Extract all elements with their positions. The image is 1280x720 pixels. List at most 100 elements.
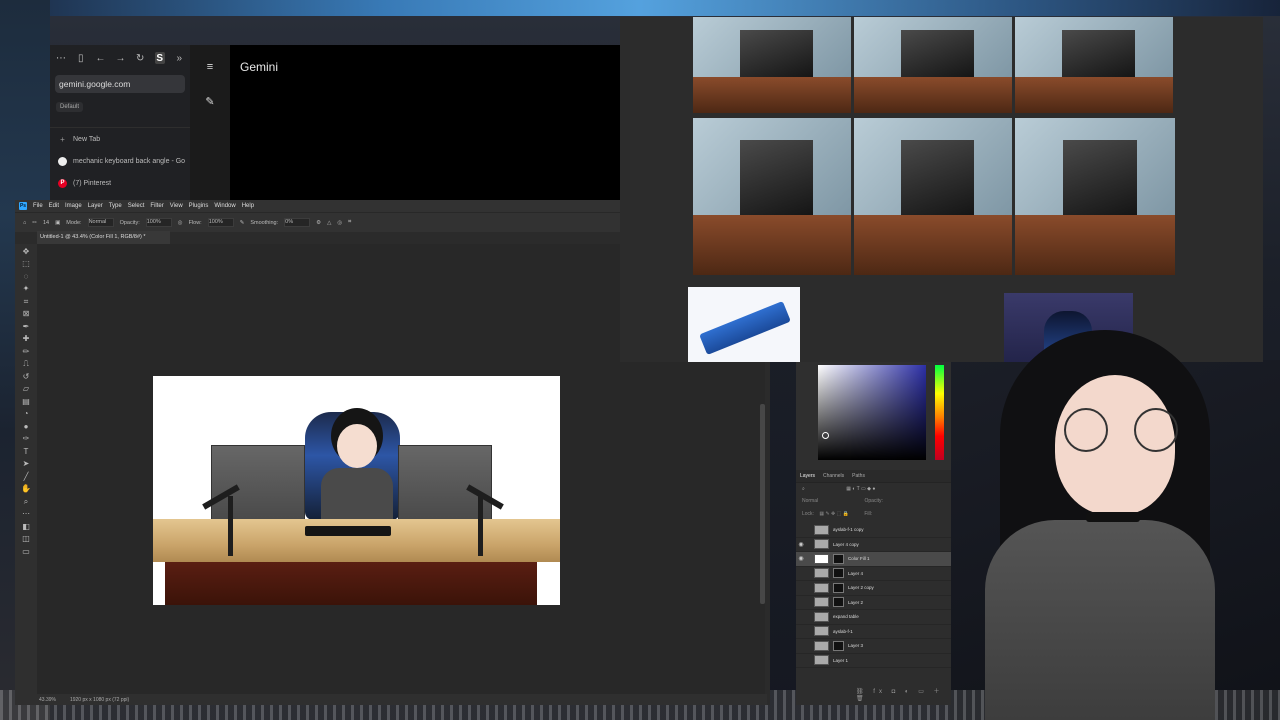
lock-icons[interactable]: ▦ ✎ ✥ ⬚ 🔒	[819, 511, 849, 517]
brush-tool-icon[interactable]: ✏	[21, 347, 31, 357]
sidebar-icon[interactable]: ▯	[76, 52, 86, 64]
line-tool-icon[interactable]: ╱	[21, 472, 31, 482]
angle-icon[interactable]: △	[327, 220, 331, 226]
gradient-tool-icon[interactable]: ▤	[21, 397, 31, 407]
reference-image[interactable]	[854, 118, 1012, 275]
brush-size[interactable]: 14	[43, 220, 49, 226]
layer-row[interactable]: expand table	[796, 610, 951, 625]
hue-slider[interactable]	[935, 365, 944, 460]
menu-edit[interactable]: Edit	[49, 203, 59, 209]
menu-type[interactable]: Type	[109, 203, 122, 209]
canvas-scrollbar[interactable]	[760, 404, 765, 604]
filter-icons[interactable]: ▦ ◐ T ▭ ◆ ●	[846, 486, 875, 492]
gear-icon[interactable]: ⚙	[316, 220, 321, 226]
zoom-level[interactable]: 43.39%	[39, 697, 56, 703]
menu-view[interactable]: View	[170, 203, 183, 209]
tab-paths[interactable]: Paths	[852, 470, 865, 482]
tab-pinterest[interactable]: P (7) Pinterest	[50, 172, 190, 194]
stamp-tool-icon[interactable]: ⎍	[21, 359, 31, 369]
tab-layers[interactable]: Layers	[800, 470, 815, 482]
menu-image[interactable]: Image	[65, 203, 82, 209]
screen-mode-icon[interactable]: ▭	[21, 547, 31, 557]
reload-icon[interactable]: ↻	[136, 52, 146, 64]
expand-icon[interactable]: »	[175, 52, 185, 64]
layer-row[interactable]: ◉ Color Fill 1	[796, 552, 951, 567]
eyedropper-tool-icon[interactable]: ✒	[21, 322, 31, 332]
brush-tool-icon[interactable]: ✏	[32, 220, 37, 226]
pressure-size-icon[interactable]: ◎	[337, 220, 342, 226]
layer-row[interactable]: ayslab-f-1 copy	[796, 523, 951, 538]
layer-mask-thumbnail[interactable]	[833, 568, 844, 579]
menu-select[interactable]: Select	[128, 203, 145, 209]
layer-row[interactable]: ayslab-f-1	[796, 625, 951, 639]
profile-chip[interactable]: Default	[56, 102, 84, 112]
menu-filter[interactable]: Filter	[150, 203, 163, 209]
more-icon[interactable]: ⋯	[56, 52, 66, 64]
pen-tool-icon[interactable]: ✑	[21, 434, 31, 444]
path-select-icon[interactable]: ➤	[21, 459, 31, 469]
menu-window[interactable]: Window	[214, 203, 235, 209]
lasso-tool-icon[interactable]: ◌	[21, 272, 31, 282]
search-icon[interactable]: ⌕	[802, 486, 805, 492]
menu-plugins[interactable]: Plugins	[189, 203, 209, 209]
menu-layer[interactable]: Layer	[88, 203, 103, 209]
layer-mask-thumbnail[interactable]	[833, 582, 844, 593]
address-bar[interactable]: gemini.google.com	[55, 75, 185, 93]
healing-tool-icon[interactable]: ✚	[21, 334, 31, 344]
color-field[interactable]	[818, 365, 926, 460]
menu-help[interactable]: Help	[242, 203, 254, 209]
reference-image[interactable]	[854, 17, 1012, 113]
edit-icon[interactable]: ✎	[203, 95, 217, 109]
layers-footer-icons[interactable]: ⛓ fx ◘ ◐ ▭ ＋ 🗑	[856, 686, 951, 702]
blur-tool-icon[interactable]: ◔	[21, 409, 31, 419]
eye-icon[interactable]: ◉	[796, 555, 806, 562]
forward-arrow-icon[interactable]: →	[116, 52, 126, 64]
move-tool-icon[interactable]: ✥	[21, 247, 31, 257]
marquee-tool-icon[interactable]: ⬚	[21, 259, 31, 269]
smoothing-field[interactable]: 0%	[284, 218, 311, 227]
reference-image[interactable]	[693, 118, 851, 275]
tab-channels[interactable]: Channels	[823, 470, 844, 482]
back-arrow-icon[interactable]: ←	[96, 52, 106, 64]
magic-wand-tool-icon[interactable]: ✦	[21, 284, 31, 294]
mode-select[interactable]: Normal	[87, 218, 114, 227]
brush-settings-icon[interactable]: ▣	[55, 220, 60, 226]
layer-row[interactable]: ◉ Layer 4 copy	[796, 538, 951, 552]
hand-tool-icon[interactable]: ✋	[21, 484, 31, 494]
flow-field[interactable]: 100%	[207, 218, 234, 227]
symmetry-icon[interactable]: ⌗	[348, 219, 351, 226]
reference-image[interactable]	[1015, 118, 1175, 275]
frame-tool-icon[interactable]: ⊠	[21, 309, 31, 319]
eraser-tool-icon[interactable]: ▱	[21, 384, 31, 394]
layer-row[interactable]: Layer 3	[796, 639, 951, 654]
layer-row[interactable]: Layer 4	[796, 567, 951, 581]
layer-mask-thumbnail[interactable]	[833, 553, 844, 564]
pressure-opacity-icon[interactable]: ◎	[178, 220, 183, 226]
zoom-tool-icon[interactable]: ⌕	[21, 497, 31, 507]
more-tools-icon[interactable]: ⋯	[21, 509, 31, 519]
opacity-field[interactable]: 100%	[145, 218, 172, 227]
layer-row[interactable]: Layer 2 copy	[796, 581, 951, 596]
color-picker-handle[interactable]	[822, 432, 829, 439]
blend-mode-select[interactable]: Normal	[802, 498, 818, 504]
airbrush-icon[interactable]: ✎	[240, 220, 245, 226]
tab-google-search[interactable]: mechanic keyboard back angle - Go	[50, 150, 190, 172]
layer-row[interactable]: Layer 2	[796, 596, 951, 610]
menu-file[interactable]: File	[33, 203, 43, 209]
crop-tool-icon[interactable]: ⌗	[21, 297, 31, 307]
photoshop-logo-icon[interactable]: Ps	[19, 202, 27, 210]
document-canvas[interactable]	[153, 376, 560, 605]
eye-icon[interactable]: ◉	[796, 541, 806, 548]
dodge-tool-icon[interactable]: ●	[21, 422, 31, 432]
reference-image[interactable]	[1015, 17, 1173, 113]
layer-mask-thumbnail[interactable]	[833, 640, 844, 651]
history-brush-icon[interactable]: ↺	[21, 372, 31, 382]
menu-icon[interactable]: ≡	[203, 61, 217, 75]
quick-mask-icon[interactable]: ◫	[21, 534, 31, 544]
type-tool-icon[interactable]: T	[21, 447, 31, 457]
home-icon[interactable]: ⌂	[23, 220, 26, 226]
color-swatches-icon[interactable]: ◧	[21, 522, 31, 532]
keyboard-reference-image[interactable]	[688, 287, 800, 362]
extension-s-icon[interactable]: S	[155, 52, 165, 64]
layer-row[interactable]: Layer 1	[796, 654, 951, 668]
